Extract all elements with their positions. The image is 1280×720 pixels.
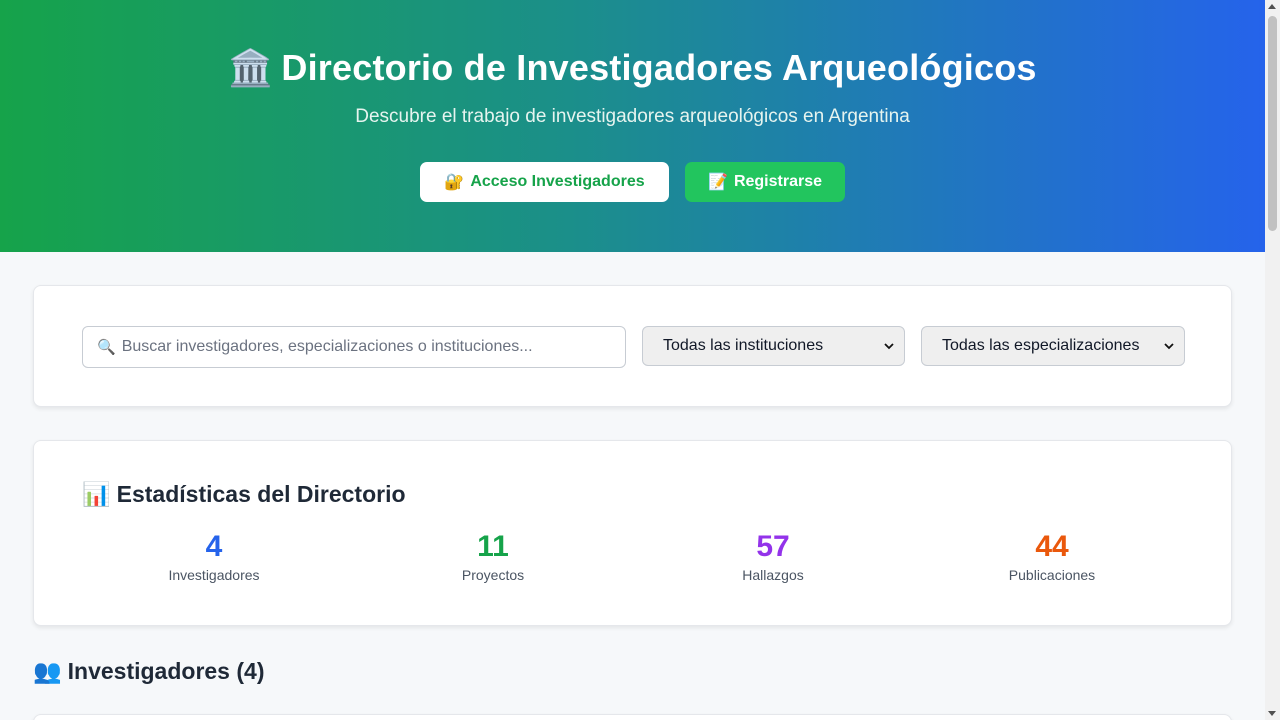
scrollbar-thumb[interactable] bbox=[1268, 16, 1277, 231]
search-box[interactable]: 🔍 bbox=[82, 326, 626, 368]
page-subtitle: Descubre el trabajo de investigadores ar… bbox=[355, 106, 910, 127]
stat-label: Publicaciones bbox=[1008, 567, 1096, 583]
search-icon: 🔍 bbox=[97, 339, 116, 356]
museum-icon: 🏛️ bbox=[228, 47, 274, 88]
researchers-section-title: 👥 Investigadores (4) bbox=[33, 658, 264, 685]
people-icon: 👥 bbox=[33, 658, 62, 684]
researchers-title-text: Investigadores (4) bbox=[67, 658, 265, 684]
page: 🏛️ Directorio de Investigadores Arqueológ… bbox=[0, 0, 1265, 720]
chevron-down-icon bbox=[1164, 343, 1174, 350]
hero-buttons: 🔐 Acceso Investigadores 📝 Registrarse bbox=[0, 162, 1265, 202]
stats-title: 📊 Estadísticas del Directorio bbox=[82, 481, 406, 508]
specialization-select[interactable]: Todas las especializaciones bbox=[921, 326, 1185, 366]
institution-select[interactable]: Todas las instituciones bbox=[642, 326, 905, 366]
stat-label: Investigadores bbox=[168, 567, 260, 583]
stats-title-text: Estadísticas del Directorio bbox=[116, 481, 406, 507]
chevron-down-icon bbox=[884, 343, 894, 350]
stat-value: 44 bbox=[1035, 530, 1069, 563]
stat-publications: 44 Publicaciones bbox=[952, 529, 1152, 583]
stat-label: Proyectos bbox=[461, 567, 525, 583]
institution-select-value: Todas las instituciones bbox=[663, 337, 824, 354]
stat-value: 11 bbox=[477, 530, 509, 563]
researcher-login-label: Acceso Investigadores bbox=[470, 173, 645, 190]
scroll-up-arrow-icon[interactable] bbox=[1268, 4, 1276, 9]
register-button[interactable]: 📝 Registrarse bbox=[685, 162, 845, 202]
stat-value: 57 bbox=[756, 530, 790, 563]
stats-card: 📊 Estadísticas del Directorio 4 Investiga… bbox=[33, 440, 1232, 626]
stat-label: Hallazgos bbox=[742, 567, 804, 583]
researcher-card bbox=[33, 714, 1232, 720]
search-input[interactable] bbox=[121, 338, 622, 356]
bar-chart-icon: 📊 bbox=[82, 481, 111, 507]
hero-header: 🏛️ Directorio de Investigadores Arqueológ… bbox=[0, 0, 1265, 252]
specialization-select-value: Todas las especializaciones bbox=[942, 337, 1140, 354]
stat-findings: 57 Hallazgos bbox=[673, 529, 873, 583]
memo-icon: 📝 bbox=[708, 174, 728, 191]
vertical-scrollbar[interactable] bbox=[1265, 0, 1280, 720]
stat-projects: 11 Proyectos bbox=[393, 529, 593, 583]
lock-key-icon: 🔐 bbox=[444, 174, 465, 191]
stat-researchers: 4 Investigadores bbox=[114, 529, 314, 583]
search-filters-card: 🔍 Todas las instituciones Todas las espe… bbox=[33, 285, 1232, 407]
scroll-down-arrow-icon[interactable] bbox=[1268, 711, 1276, 716]
register-label: Registrarse bbox=[733, 173, 822, 190]
stat-value: 4 bbox=[205, 530, 223, 563]
page-title-text: Directorio de Investigadores Arqueológic… bbox=[281, 47, 1037, 88]
researcher-login-button[interactable]: 🔐 Acceso Investigadores bbox=[420, 162, 669, 202]
page-title: 🏛️ Directorio de Investigadores Arqueológ… bbox=[0, 46, 1265, 90]
